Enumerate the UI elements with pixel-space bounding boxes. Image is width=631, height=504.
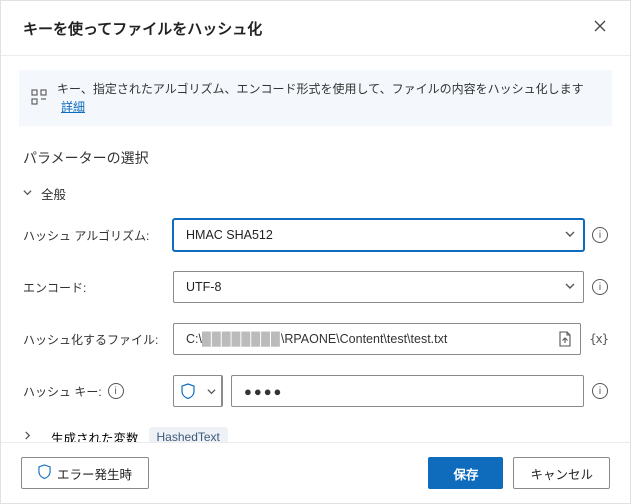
chevron-down-icon (23, 188, 35, 200)
group-general-header[interactable]: 全般 (23, 184, 608, 203)
secure-mode-select[interactable] (173, 375, 223, 407)
chevron-down-icon (202, 376, 222, 406)
dialog-footer: エラー発生時 保存 キャンセル (1, 442, 630, 503)
row-algorithm: ハッシュ アルゴリズム: HMAC SHA512 i (23, 219, 608, 251)
info-icon[interactable]: i (108, 383, 124, 399)
close-icon[interactable] (590, 15, 610, 41)
generated-var-badge[interactable]: HashedText (149, 427, 228, 442)
info-bar: キー、指定されたアルゴリズム、エンコード形式を使用して、ファイルの内容をハッシュ… (19, 70, 612, 126)
info-text: キー、指定されたアルゴリズム、エンコード形式を使用して、ファイルの内容をハッシュ… (57, 80, 600, 116)
file-input[interactable]: C:\████████\RPAONE\Content\test\test.txt (173, 323, 581, 355)
info-icon[interactable]: i (592, 227, 608, 243)
generated-vars-header[interactable]: 生成された変数 HashedText (23, 427, 608, 442)
label-encoding: エンコード: (23, 279, 173, 296)
label-algorithm: ハッシュ アルゴリズム: (23, 227, 173, 244)
save-button[interactable]: 保存 (428, 457, 503, 489)
section-title: パラメーターの選択 (23, 148, 608, 168)
row-encoding: エンコード: UTF-8 i (23, 271, 608, 303)
algorithm-select[interactable]: HMAC SHA512 (173, 219, 584, 251)
info-link[interactable]: 詳細 (61, 100, 85, 114)
label-key: ハッシュ キー: i (23, 383, 173, 400)
row-key: ハッシュ キー: i ●●●● i (23, 375, 608, 407)
shield-icon (174, 376, 202, 406)
chevron-down-icon (565, 229, 575, 242)
dialog-title: キーを使ってファイルをハッシュ化 (23, 18, 262, 39)
info-icon[interactable]: i (592, 279, 608, 295)
encoding-select[interactable]: UTF-8 (173, 271, 584, 303)
info-icon[interactable]: i (592, 383, 608, 399)
key-input[interactable]: ●●●● (231, 375, 584, 407)
file-picker-icon[interactable] (558, 331, 572, 347)
dialog-header: キーを使ってファイルをハッシュ化 (1, 1, 630, 56)
action-icon (31, 89, 47, 108)
cancel-button[interactable]: キャンセル (513, 457, 610, 489)
dialog-body: パラメーターの選択 全般 ハッシュ アルゴリズム: HMAC SHA512 i (1, 126, 630, 442)
chevron-down-icon (565, 281, 575, 294)
variable-picker-icon[interactable]: {x} (589, 332, 608, 346)
dialog: キーを使ってファイルをハッシュ化 キー、指定されたアルゴリズム、エンコード形式を… (0, 0, 631, 504)
row-file: ハッシュ化するファイル: C:\████████\RPAONE\Content\… (23, 323, 608, 355)
on-error-button[interactable]: エラー発生時 (21, 457, 149, 489)
label-file: ハッシュ化するファイル: (23, 331, 173, 348)
chevron-right-icon (23, 431, 35, 442)
shield-icon (38, 464, 51, 482)
